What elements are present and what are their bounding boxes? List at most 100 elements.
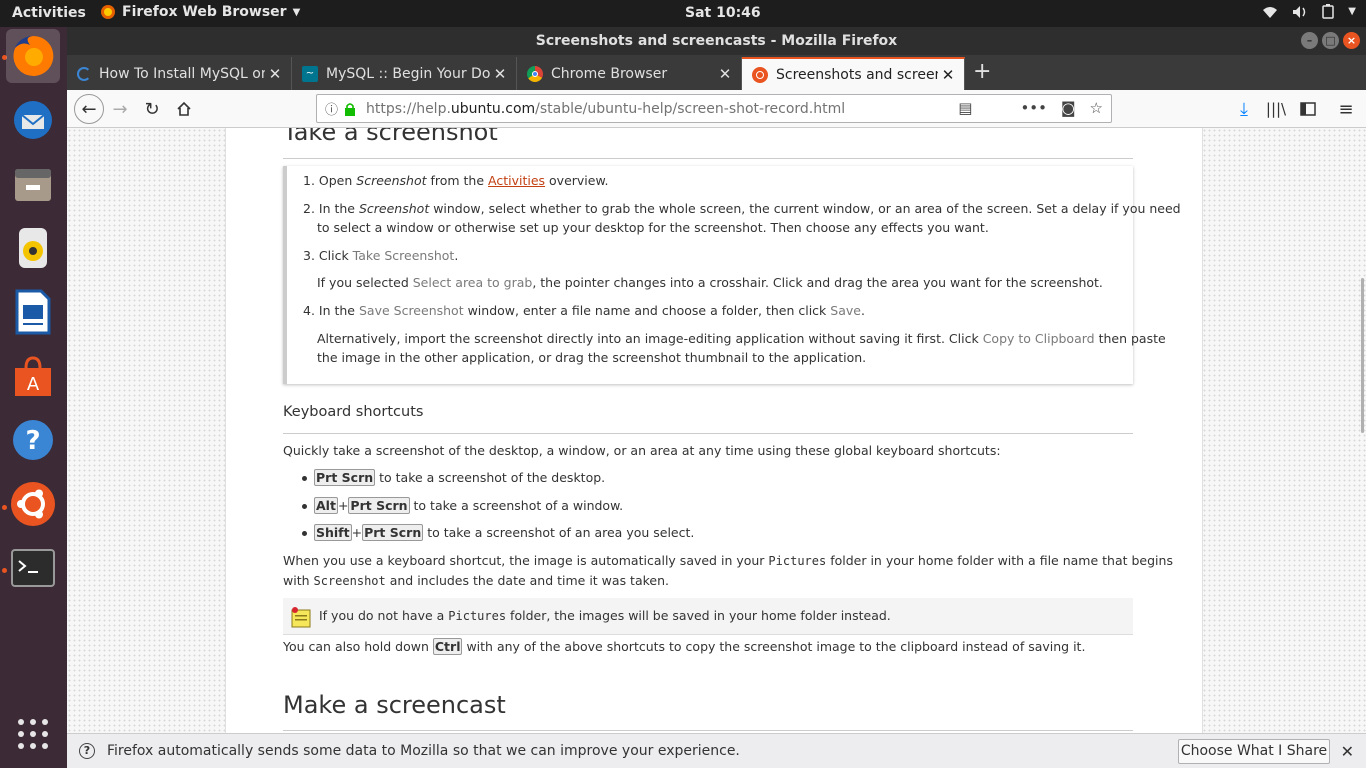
autosave-paragraph: When you use a keyboard shortcut, the im… [283,553,1173,568]
key-prt-scrn: Prt Scrn [348,497,410,514]
navigation-toolbar: ← → ↻ ⓘ https://help.ubuntu.com/stable/u… [67,90,1366,128]
tab-screenshots[interactable]: Screenshots and screenc ✕ [742,57,965,90]
chrome-icon [527,65,543,82]
app-menu-label: Firefox Web Browser [122,4,287,20]
bookmark-star-icon[interactable]: ☆ [1090,99,1103,117]
minimize-button[interactable]: – [1301,32,1318,49]
dock-software[interactable]: A [6,349,60,403]
close-icon[interactable]: ✕ [938,66,958,84]
key-shift: Shift [314,524,352,541]
ubuntu-logo-icon [752,66,768,83]
arrow-right-icon: → [112,98,128,120]
maximize-button[interactable]: □ [1322,32,1339,49]
tab-chrome-browser[interactable]: Chrome Browser ✕ [517,57,742,90]
dock-rhythmbox[interactable] [6,221,60,275]
window-title: Screenshots and screencasts - Mozilla Fi… [535,33,898,49]
thunderbird-icon [14,101,52,139]
svg-text:?: ? [25,426,40,456]
reload-icon: ↻ [144,98,160,120]
reload-button[interactable]: ↻ [139,96,165,122]
dock-thunderbird[interactable] [6,93,60,147]
bullet [302,504,307,509]
bullet [302,476,307,481]
step-4: 4. In the Save Screenshot window, enter … [303,303,865,318]
notification-message: Firefox automatically sends some data to… [107,743,740,759]
library-button[interactable]: |||\ [1263,96,1289,122]
close-icon[interactable]: ✕ [1341,742,1354,761]
help-page: Take a screenshot 1. Open Screenshot fro… [225,128,1203,733]
show-applications-button[interactable] [6,707,60,761]
wifi-icon [1263,6,1278,18]
activities-button[interactable]: Activities [12,5,86,21]
dock-terminal[interactable] [6,541,60,595]
activities-link[interactable]: Activities [488,173,545,188]
tab-label: Screenshots and screenc [776,66,938,83]
window-title-bar[interactable]: Screenshots and screencasts - Mozilla Fi… [67,27,1366,55]
keyboard-intro: Quickly take a screenshot of the desktop… [283,443,1001,458]
divider [283,730,1133,731]
data-notification-bar: ? Firefox automatically sends some data … [67,733,1366,768]
battery-icon [1322,4,1335,19]
sidebar-button[interactable] [1295,96,1321,122]
dock-files[interactable] [6,157,60,211]
close-icon[interactable]: ✕ [715,65,735,83]
home-button[interactable] [171,96,197,122]
tab-label: Chrome Browser [551,65,668,82]
step-4-para: Alternatively, import the screenshot dir… [317,331,1166,346]
heading-keyboard-shortcuts: Keyboard shortcuts [283,404,424,420]
dock-libreoffice-writer[interactable] [6,285,60,339]
key-alt: Alt [314,497,338,514]
new-tab-button[interactable]: + [973,59,991,84]
menu-button[interactable]: ≡ [1333,96,1359,122]
heading-make-screencast: Make a screencast [283,691,506,719]
shortcut-window: Alt + Prt Scrn to take a screenshot of a w… [314,497,624,514]
ubuntu-logo-icon [11,482,55,526]
app-menu[interactable]: Firefox Web Browser ▼ [100,4,300,20]
system-tray[interactable]: ▼ [1262,4,1356,19]
help-icon: ? [13,420,53,460]
steps-box: 1. Open Screenshot from the Activities o… [283,166,1181,384]
step-4-para-cont: the image in the other application, or d… [317,350,867,365]
tab-mysql-downloads[interactable]: ~ MySQL :: Begin Your Dow ✕ [292,57,517,90]
software-center-icon: A [15,356,51,396]
pocket-icon[interactable]: ◙ [1061,99,1076,117]
key-prt-scrn: Prt Scrn [362,524,424,541]
home-icon [177,101,191,116]
dock-firefox[interactable] [6,29,60,83]
autosave-paragraph-cont: with Screenshot and includes the date an… [283,573,669,588]
chevron-down-icon: ▼ [292,6,301,18]
tab-label: How To Install MySQL on [99,65,265,82]
page-actions-icon[interactable]: ••• [1020,99,1047,117]
key-ctrl: Ctrl [432,638,463,655]
step-3: 3. Click Take Screenshot. [303,248,459,263]
scrollbar-thumb[interactable] [1361,278,1364,433]
url-bar[interactable]: ⓘ https://help.ubuntu.com/stable/ubuntu-… [316,94,1112,123]
firefox-icon [101,5,115,19]
close-icon[interactable]: ✕ [490,65,510,83]
choose-what-i-share-button[interactable]: Choose What I Share [1178,739,1330,764]
shortcut-area: Shift + Prt Scrn to take a screenshot of a… [314,524,695,541]
reader-view-icon[interactable]: ▤ [958,99,972,117]
close-window-button[interactable]: × [1343,32,1360,49]
note-box: If you do not have a Pictures folder, th… [283,598,1133,635]
back-button[interactable]: ← [74,94,104,124]
downloads-button[interactable]: ⤓ [1231,96,1257,122]
step-2-cont: to select a window or otherwise set up y… [317,220,989,235]
forward-button[interactable]: → [107,96,133,122]
tab-install-mysql[interactable]: How To Install MySQL on ✕ [67,57,292,90]
close-icon[interactable]: ✕ [265,65,285,83]
dock-help[interactable]: ? [6,413,60,467]
site-info-icon[interactable]: ⓘ [325,99,338,118]
page-viewport[interactable]: Take a screenshot 1. Open Screenshot fro… [67,128,1366,733]
clock[interactable]: Sat 10:46 [685,5,761,21]
volume-icon [1293,5,1306,18]
terminal-icon [11,549,55,587]
library-icon: |||\ [1265,100,1287,118]
divider [283,433,1133,434]
dock-ubuntu[interactable] [6,477,60,531]
arrow-left-icon: ← [81,98,97,120]
tab-strip: How To Install MySQL on ✕ ~ MySQL :: Beg… [67,55,1366,90]
lock-icon [345,102,356,116]
url-text: https://help.ubuntu.com/stable/ubuntu-he… [366,101,845,117]
writer-icon [15,289,51,335]
